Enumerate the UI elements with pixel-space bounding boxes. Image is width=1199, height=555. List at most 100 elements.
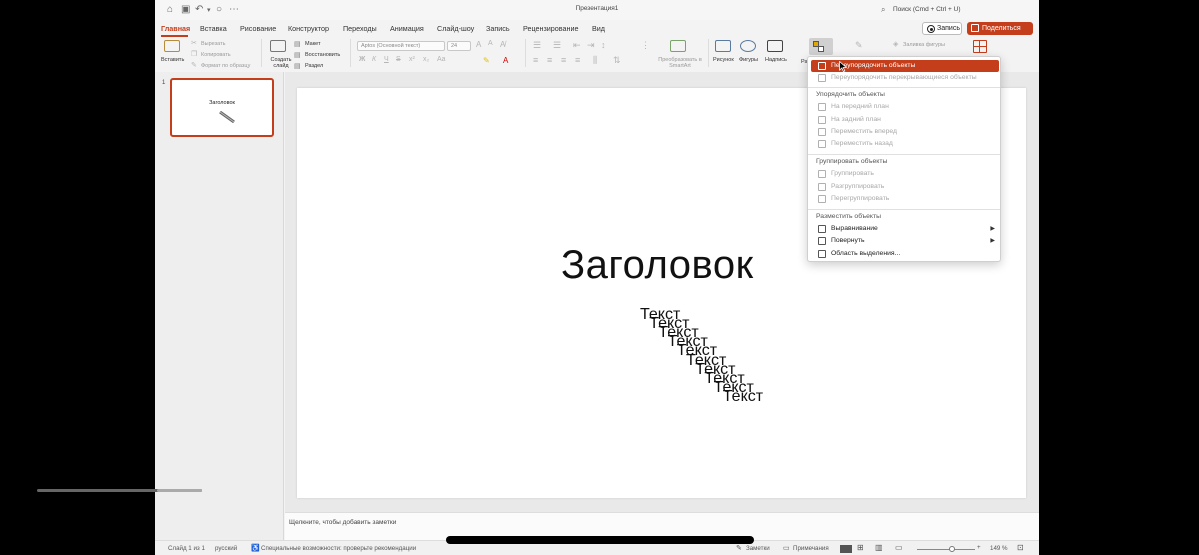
menu-header-position: Разместить объекты bbox=[816, 213, 881, 220]
zoom-in-icon[interactable]: + bbox=[977, 544, 981, 551]
section-icon: ▤ bbox=[294, 63, 301, 70]
tab-slideshow[interactable]: Слайд-шоу bbox=[437, 24, 474, 33]
notes-placeholder: Щелкните, чтобы добавить заметки bbox=[289, 519, 397, 526]
menu-item-reorder-overlapping[interactable]: Переупорядочить перекрывающиеся объекты bbox=[811, 72, 999, 84]
align-center-icon[interactable]: ≡ bbox=[547, 55, 552, 65]
accessibility-status[interactable]: Специальные возможности: проверьте реком… bbox=[261, 545, 416, 552]
reset-button[interactable]: Восстановить bbox=[305, 52, 340, 58]
share-label: Поделиться bbox=[982, 25, 1021, 32]
underline-icon[interactable]: Ч bbox=[384, 56, 389, 63]
menu-separator bbox=[808, 209, 1000, 210]
zoom-slider-thumb[interactable] bbox=[949, 546, 955, 552]
columns-icon[interactable]: ⫼ bbox=[593, 55, 597, 66]
search-icon[interactable]: ⌕ bbox=[881, 5, 885, 15]
decrease-indent-icon[interactable]: ⇤ bbox=[573, 40, 581, 51]
justify-icon[interactable]: ≡ bbox=[575, 55, 580, 65]
designer-icon[interactable] bbox=[973, 40, 987, 53]
slide-thumbnail[interactable]: Заголовок bbox=[170, 78, 274, 137]
shape-fill-button[interactable]: Заливка фигуры bbox=[903, 42, 945, 48]
menu-item-selection-pane[interactable]: Область выделения... bbox=[811, 248, 999, 260]
tab-draw[interactable]: Рисование bbox=[240, 24, 276, 33]
text-align-icon[interactable]: ⋮ bbox=[641, 40, 650, 51]
tab-review[interactable]: Рецензирование bbox=[523, 24, 579, 33]
bold-icon[interactable]: Ж bbox=[359, 56, 365, 63]
new-slide-icon[interactable] bbox=[270, 40, 286, 52]
arrange-button-pressed[interactable] bbox=[809, 38, 833, 55]
convert-smartart-button[interactable]: Преобразовать в SmartArt bbox=[653, 57, 707, 69]
bullets-icon[interactable]: ☰ bbox=[533, 40, 541, 51]
line-spacing-icon[interactable]: ↕ bbox=[601, 40, 606, 50]
share-button[interactable]: Поделиться bbox=[967, 22, 1033, 35]
slide-title[interactable]: Заголовок bbox=[561, 243, 754, 288]
smartart-icon[interactable] bbox=[670, 40, 686, 52]
slide-text-box[interactable]: Текст bbox=[723, 388, 763, 404]
menu-item-rotate[interactable]: Повернуть ▶ bbox=[811, 235, 999, 247]
menu-item-send-to-back[interactable]: На задний план bbox=[811, 114, 999, 126]
zoom-slider[interactable] bbox=[917, 549, 975, 550]
highlight-icon[interactable]: ✎ bbox=[483, 56, 490, 65]
text-effects-icon[interactable]: Aa bbox=[437, 56, 446, 63]
search-field[interactable]: Поиск (Cmd + Ctrl + U) bbox=[893, 6, 961, 13]
font-size-select[interactable]: 24 bbox=[447, 41, 471, 51]
notes-toggle[interactable]: Заметки bbox=[746, 545, 770, 552]
tab-insert[interactable]: Вставка bbox=[200, 24, 227, 33]
cut-button[interactable]: Вырезать bbox=[201, 41, 225, 47]
layout-button[interactable]: Макет bbox=[305, 41, 321, 47]
textbox-icon[interactable] bbox=[767, 40, 783, 52]
comments-toggle[interactable]: Примечания bbox=[793, 545, 829, 552]
text-direction-icon[interactable]: ⇅ bbox=[613, 55, 621, 66]
menu-item-ungroup[interactable]: Разгруппировать bbox=[811, 181, 999, 193]
grow-font-icon[interactable]: A bbox=[476, 40, 481, 49]
reading-view-icon[interactable]: ▥ bbox=[875, 543, 883, 552]
menu-item-bring-to-front[interactable]: На передний план bbox=[811, 101, 999, 113]
font-color-icon[interactable]: A bbox=[503, 56, 508, 65]
align-left-icon[interactable]: ≡ bbox=[533, 55, 538, 65]
numbering-icon[interactable]: ☰ bbox=[553, 40, 561, 51]
record-button[interactable]: Запись bbox=[922, 22, 962, 35]
zoom-level[interactable]: 149 % bbox=[990, 545, 1008, 552]
powerpoint-window: ⌂ ▣ ↶ ▾ ○ ⋯ Презентация1 ⌕ Поиск (Cmd + … bbox=[155, 0, 1039, 555]
shapes-button[interactable]: Фигуры bbox=[739, 57, 758, 63]
paste-icon[interactable] bbox=[164, 40, 180, 52]
shrink-font-icon[interactable]: A bbox=[488, 40, 493, 47]
language-indicator[interactable]: русский bbox=[215, 545, 237, 552]
align-right-icon[interactable]: ≡ bbox=[561, 55, 566, 65]
tab-animations[interactable]: Анимация bbox=[390, 24, 424, 33]
format-painter-button[interactable]: Формат по образцу bbox=[201, 63, 250, 69]
menu-item-send-backward[interactable]: Переместить назад bbox=[811, 138, 999, 150]
copy-button[interactable]: Копировать bbox=[201, 52, 231, 58]
tab-transitions[interactable]: Переходы bbox=[343, 24, 377, 33]
menu-item-group[interactable]: Группировать bbox=[811, 168, 999, 180]
clear-format-icon[interactable]: A̸ bbox=[500, 40, 505, 49]
ribbon-divider bbox=[261, 39, 262, 67]
notes-icon: ✎ bbox=[736, 545, 742, 552]
strikethrough-icon[interactable]: S bbox=[396, 56, 401, 63]
italic-icon[interactable]: К bbox=[372, 56, 376, 63]
tab-home[interactable]: Главная bbox=[161, 24, 190, 33]
tab-view[interactable]: Вид bbox=[592, 24, 605, 33]
shapes-icon[interactable] bbox=[740, 40, 756, 52]
tab-record[interactable]: Запись bbox=[486, 24, 510, 33]
new-slide-label[interactable]: Создать слайд bbox=[267, 57, 295, 69]
regroup-icon bbox=[818, 195, 826, 203]
textbox-button[interactable]: Надпись bbox=[765, 57, 787, 63]
ribbon-tabs: Главная Вставка Рисование Конструктор Пе… bbox=[155, 20, 1039, 36]
tab-design[interactable]: Конструктор bbox=[288, 24, 329, 33]
slideshow-icon[interactable]: ▭ bbox=[895, 543, 903, 552]
menu-item-bring-forward[interactable]: Переместить вперед bbox=[811, 126, 999, 138]
picture-button[interactable]: Рисунок bbox=[713, 57, 734, 63]
shape-fill-icon: ◈ bbox=[893, 41, 899, 48]
quick-styles-icon[interactable]: ✎ bbox=[855, 40, 863, 51]
subscript-icon[interactable]: x₂ bbox=[423, 56, 429, 63]
section-button[interactable]: Раздел bbox=[305, 63, 323, 69]
increase-indent-icon[interactable]: ⇥ bbox=[587, 40, 595, 51]
normal-view-icon[interactable] bbox=[840, 545, 852, 553]
fit-slide-icon[interactable]: ⊡ bbox=[1017, 543, 1024, 552]
menu-item-align[interactable]: Выравнивание ▶ bbox=[811, 223, 999, 235]
menu-item-regroup[interactable]: Перегруппировать bbox=[811, 193, 999, 205]
paste-label[interactable]: Вставить bbox=[161, 57, 184, 63]
superscript-icon[interactable]: x² bbox=[409, 56, 415, 63]
picture-icon[interactable] bbox=[715, 40, 731, 52]
slide-sorter-icon[interactable]: ⊞ bbox=[857, 543, 864, 552]
font-name-select[interactable]: Aptos (Основной текст) bbox=[357, 41, 445, 51]
